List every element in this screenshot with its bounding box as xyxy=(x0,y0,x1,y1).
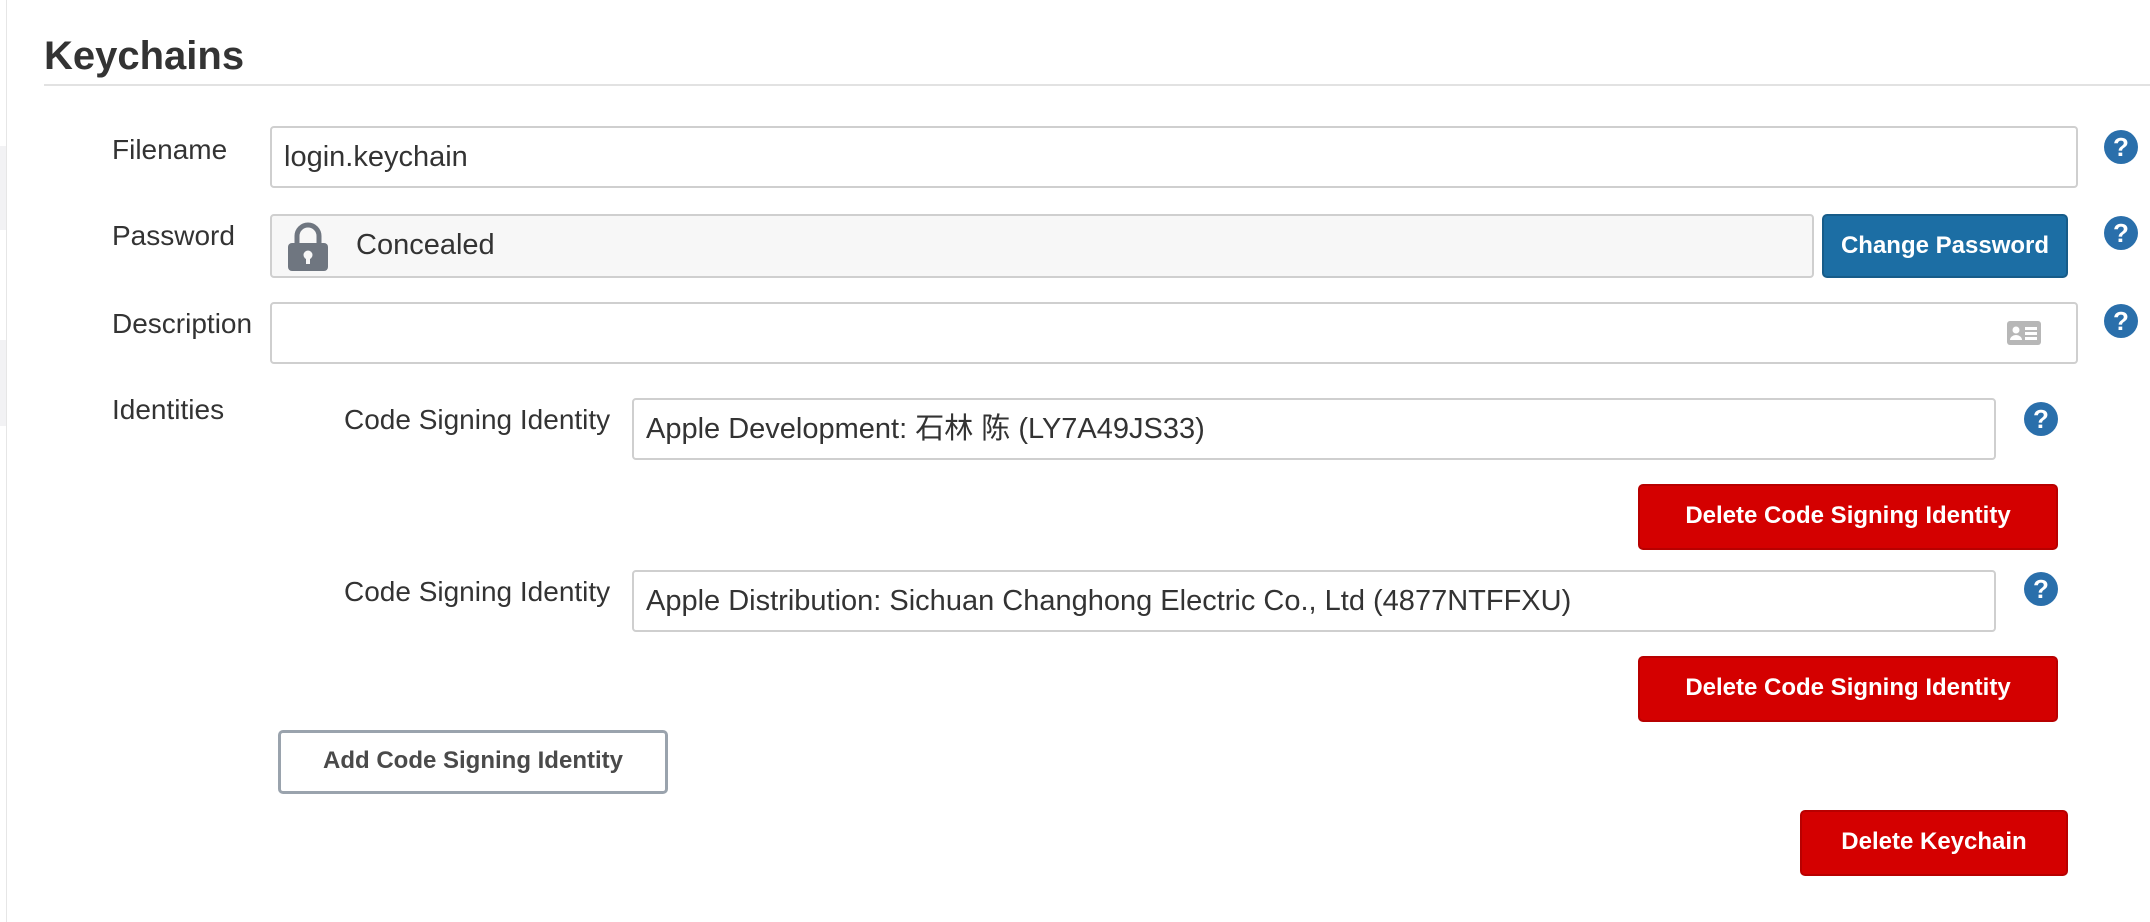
code-signing-identity-label: Code Signing Identity xyxy=(344,404,611,435)
code-signing-identity-input[interactable]: Apple Distribution: Sichuan Changhong El… xyxy=(632,570,1996,632)
lock-icon xyxy=(286,222,330,272)
filename-help-icon[interactable]: ? xyxy=(2104,130,2138,164)
left-panel-edge xyxy=(6,0,7,922)
password-help-icon[interactable]: ? xyxy=(2104,216,2138,250)
change-password-button[interactable]: Change Password xyxy=(1822,214,2068,278)
code-signing-identity-help-icon[interactable]: ? xyxy=(2024,572,2058,606)
filename-label: Filename xyxy=(112,134,228,165)
code-signing-identity-input[interactable]: Apple Development: 石林 陈 (LY7A49JS33) xyxy=(632,398,1996,460)
description-help-icon[interactable]: ? xyxy=(2104,304,2138,338)
password-label: Password xyxy=(112,220,235,251)
section-divider xyxy=(44,84,2150,86)
password-concealed-text: Concealed xyxy=(356,229,495,261)
description-input[interactable] xyxy=(270,302,2078,364)
left-panel-tab xyxy=(0,340,6,426)
code-signing-identity-help-icon[interactable]: ? xyxy=(2024,402,2058,436)
filename-input[interactable]: login.keychain xyxy=(270,126,2078,188)
password-field: Concealed xyxy=(270,214,1814,278)
delete-code-signing-identity-button[interactable]: Delete Code Signing Identity xyxy=(1638,656,2058,722)
add-code-signing-identity-button[interactable]: Add Code Signing Identity xyxy=(278,730,668,794)
delete-code-signing-identity-button[interactable]: Delete Code Signing Identity xyxy=(1638,484,2058,550)
description-label: Description xyxy=(112,308,253,339)
code-signing-identity-label: Code Signing Identity xyxy=(344,576,611,607)
section-title: Keychains xyxy=(44,34,245,78)
identities-label: Identities xyxy=(112,394,225,425)
delete-keychain-button[interactable]: Delete Keychain xyxy=(1800,810,2068,876)
id-card-icon[interactable] xyxy=(2006,320,2042,346)
left-panel-tab xyxy=(0,146,6,230)
